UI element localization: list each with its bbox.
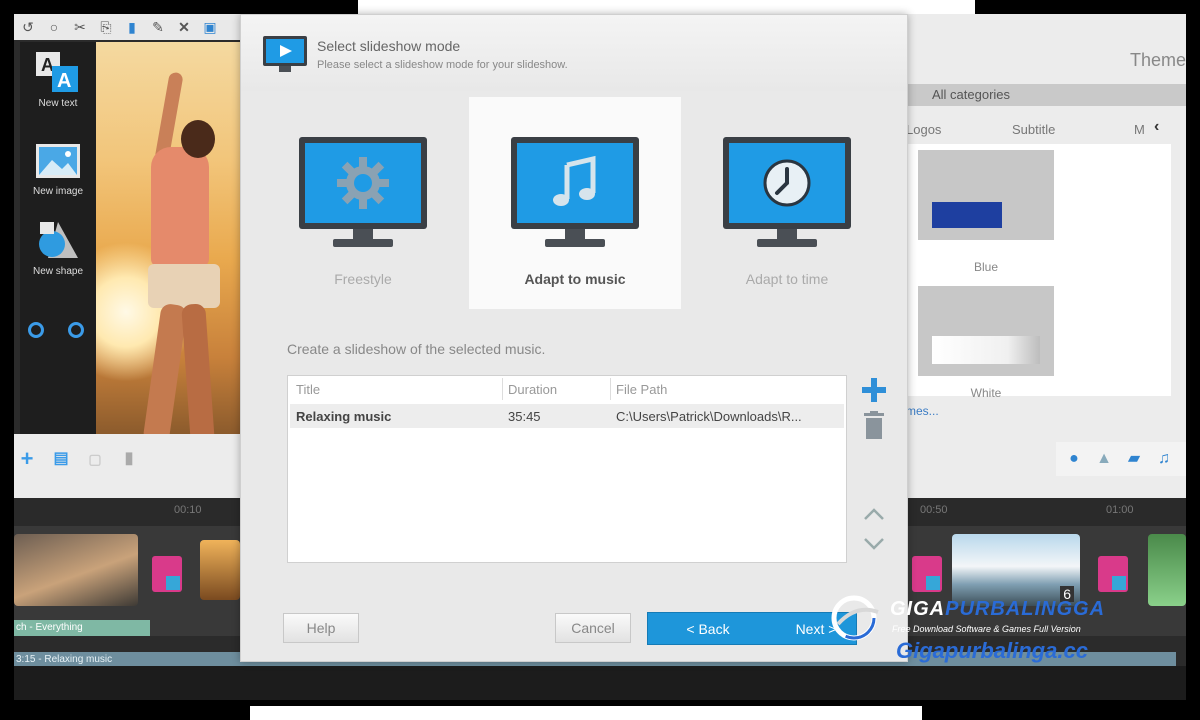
watermark: GIGAPURBALINGGA Free Download Software &… (828, 594, 1168, 674)
list-controls (859, 375, 889, 563)
text-tool-icon: A A (34, 50, 82, 94)
theme-list: Blue White (906, 144, 1171, 400)
copy-icon[interactable]: ⎘ (98, 19, 114, 35)
svg-text:A: A (57, 70, 71, 92)
top-toolbar: ↺ ○ ✂ ⎘ ▮ ✎ ✕ ▣ (14, 14, 254, 40)
brush-icon[interactable]: ✎ (150, 19, 166, 35)
properties-toolbar: ● ▲ ▰ ♫ (1056, 442, 1186, 476)
shape-tool-icon (34, 218, 82, 262)
slideshow-play-icon (263, 36, 307, 72)
theme-card-blue[interactable] (918, 150, 1054, 240)
column-header-duration[interactable]: Duration (508, 382, 557, 397)
mode-selector: Freestyle Adapt to music Adapt to time (251, 97, 899, 309)
new-text-tool[interactable]: A A New text (20, 50, 96, 109)
preview-controls (14, 434, 254, 506)
redo-icon[interactable]: ○ (46, 19, 62, 35)
music-track-clip[interactable]: ch - Everything (14, 620, 150, 636)
image-edit-icon[interactable]: ▰ (1124, 449, 1144, 469)
tool-label: New image (32, 186, 84, 197)
move-down-icon[interactable] (859, 537, 889, 556)
image-tool-icon (34, 138, 82, 182)
watermark-tagline: Free Download Software & Games Full Vers… (892, 624, 1081, 634)
timeline-thumbnail[interactable] (200, 540, 240, 600)
time-marker: 01:00 (1106, 504, 1134, 516)
rotate-right-icon[interactable] (68, 322, 84, 338)
effects-icon[interactable]: ▲ (1094, 449, 1114, 469)
column-header-title[interactable]: Title (296, 382, 320, 397)
copy-slide-icon[interactable]: ▢ (84, 448, 106, 470)
info-icon[interactable]: ● (1064, 449, 1084, 469)
cell-title: Relaxing music (296, 409, 392, 424)
cancel-button[interactable]: Cancel (555, 613, 631, 643)
timeline-thumbnail[interactable] (14, 534, 138, 606)
trash-icon[interactable] (859, 411, 889, 444)
mode-adapt-to-time[interactable]: Adapt to time (681, 97, 893, 309)
category-label: All categories (932, 87, 1011, 102)
theme-panel: Theme All categories Logos Subtitle M ‹ … (906, 14, 1186, 498)
transition-icon[interactable] (912, 556, 942, 592)
music-note-icon[interactable]: ♫ (1154, 449, 1174, 469)
subtab-more[interactable]: M (1134, 122, 1145, 137)
cell-file-path: C:\Users\Patrick\Downloads\R... (616, 409, 802, 424)
theme-name: Blue (973, 260, 999, 274)
watermark-brand: GIGAPURBALINGGA (890, 598, 1106, 620)
theme-name: White (970, 386, 1002, 400)
watermark-logo-icon (831, 595, 879, 641)
transition-icon[interactable] (1098, 556, 1128, 592)
cut-icon[interactable]: ✂ (72, 19, 88, 35)
dialog-subtitle: Please select a slideshow mode for your … (317, 59, 568, 71)
theme-card-white[interactable] (918, 286, 1054, 376)
add-icon[interactable]: + (16, 448, 38, 470)
tool-label: New shape (32, 266, 84, 277)
back-button[interactable]: < Back (673, 615, 743, 643)
monitor-icon (511, 137, 639, 249)
watermark-url: Gigapurbalinga.cc (896, 638, 1088, 663)
preview-image (96, 42, 254, 436)
monitor-icon (299, 137, 427, 249)
monitor-icon (723, 137, 851, 249)
mode-label: Adapt to time (745, 271, 829, 287)
music-note-icon (517, 143, 633, 223)
slideshow-mode-dialog: Select slideshow mode Please select a sl… (240, 14, 908, 662)
dialog-title: Select slideshow mode (317, 38, 461, 54)
column-header-file-path[interactable]: File Path (616, 382, 667, 397)
mode-freestyle[interactable]: Freestyle (257, 97, 469, 309)
chevron-left-icon[interactable]: ‹ (1154, 118, 1159, 136)
frame-border-top (358, 0, 975, 14)
dialog-header: Select slideshow mode Please select a sl… (241, 15, 907, 91)
mode-label: Adapt to music (524, 271, 626, 287)
tool-label: New text (38, 98, 78, 109)
more-themes-link[interactable]: mes... (906, 404, 939, 418)
new-shape-tool[interactable]: New shape (20, 218, 96, 277)
panel-title: Theme (1129, 50, 1186, 70)
subtab-logos[interactable]: Logos (906, 122, 941, 137)
transition-icon[interactable] (152, 556, 182, 592)
frame-border-bottom (250, 706, 922, 720)
table-row[interactable]: Relaxing music 35:45 C:\Users\Patrick\Do… (290, 404, 844, 428)
trash-icon[interactable]: ▮ (118, 448, 140, 470)
subtab-subtitle[interactable]: Subtitle (1012, 122, 1055, 137)
crop-icon[interactable]: ▣ (202, 19, 218, 35)
move-up-icon[interactable] (859, 507, 889, 526)
mode-label: Freestyle (334, 271, 392, 287)
clock-icon (729, 143, 845, 223)
undo-icon[interactable]: ↺ (20, 19, 36, 35)
rotate-left-icon[interactable] (28, 322, 44, 338)
music-table: Title Duration File Path Relaxing music … (287, 375, 847, 563)
cell-duration: 35:45 (508, 409, 541, 424)
mode-adapt-to-music[interactable]: Adapt to music (469, 97, 681, 309)
music-list-caption: Create a slideshow of the selected music… (287, 341, 546, 357)
time-marker: 00:50 (920, 504, 948, 516)
time-marker: 00:10 (174, 504, 202, 516)
screenshot-frame: ↺ ○ ✂ ⎘ ▮ ✎ ✕ ▣ A A New text New image N… (0, 0, 1200, 720)
gear-icon (305, 143, 421, 223)
paste-icon[interactable]: ▮ (124, 19, 140, 35)
delete-icon[interactable]: ✕ (176, 19, 192, 35)
help-button[interactable]: Help (283, 613, 359, 643)
new-image-tool[interactable]: New image (20, 138, 96, 197)
add-music-icon[interactable] (859, 377, 889, 408)
object-toolbox: A A New text New image New shape (20, 42, 96, 440)
add-media-icon[interactable]: ▤ (50, 448, 72, 470)
